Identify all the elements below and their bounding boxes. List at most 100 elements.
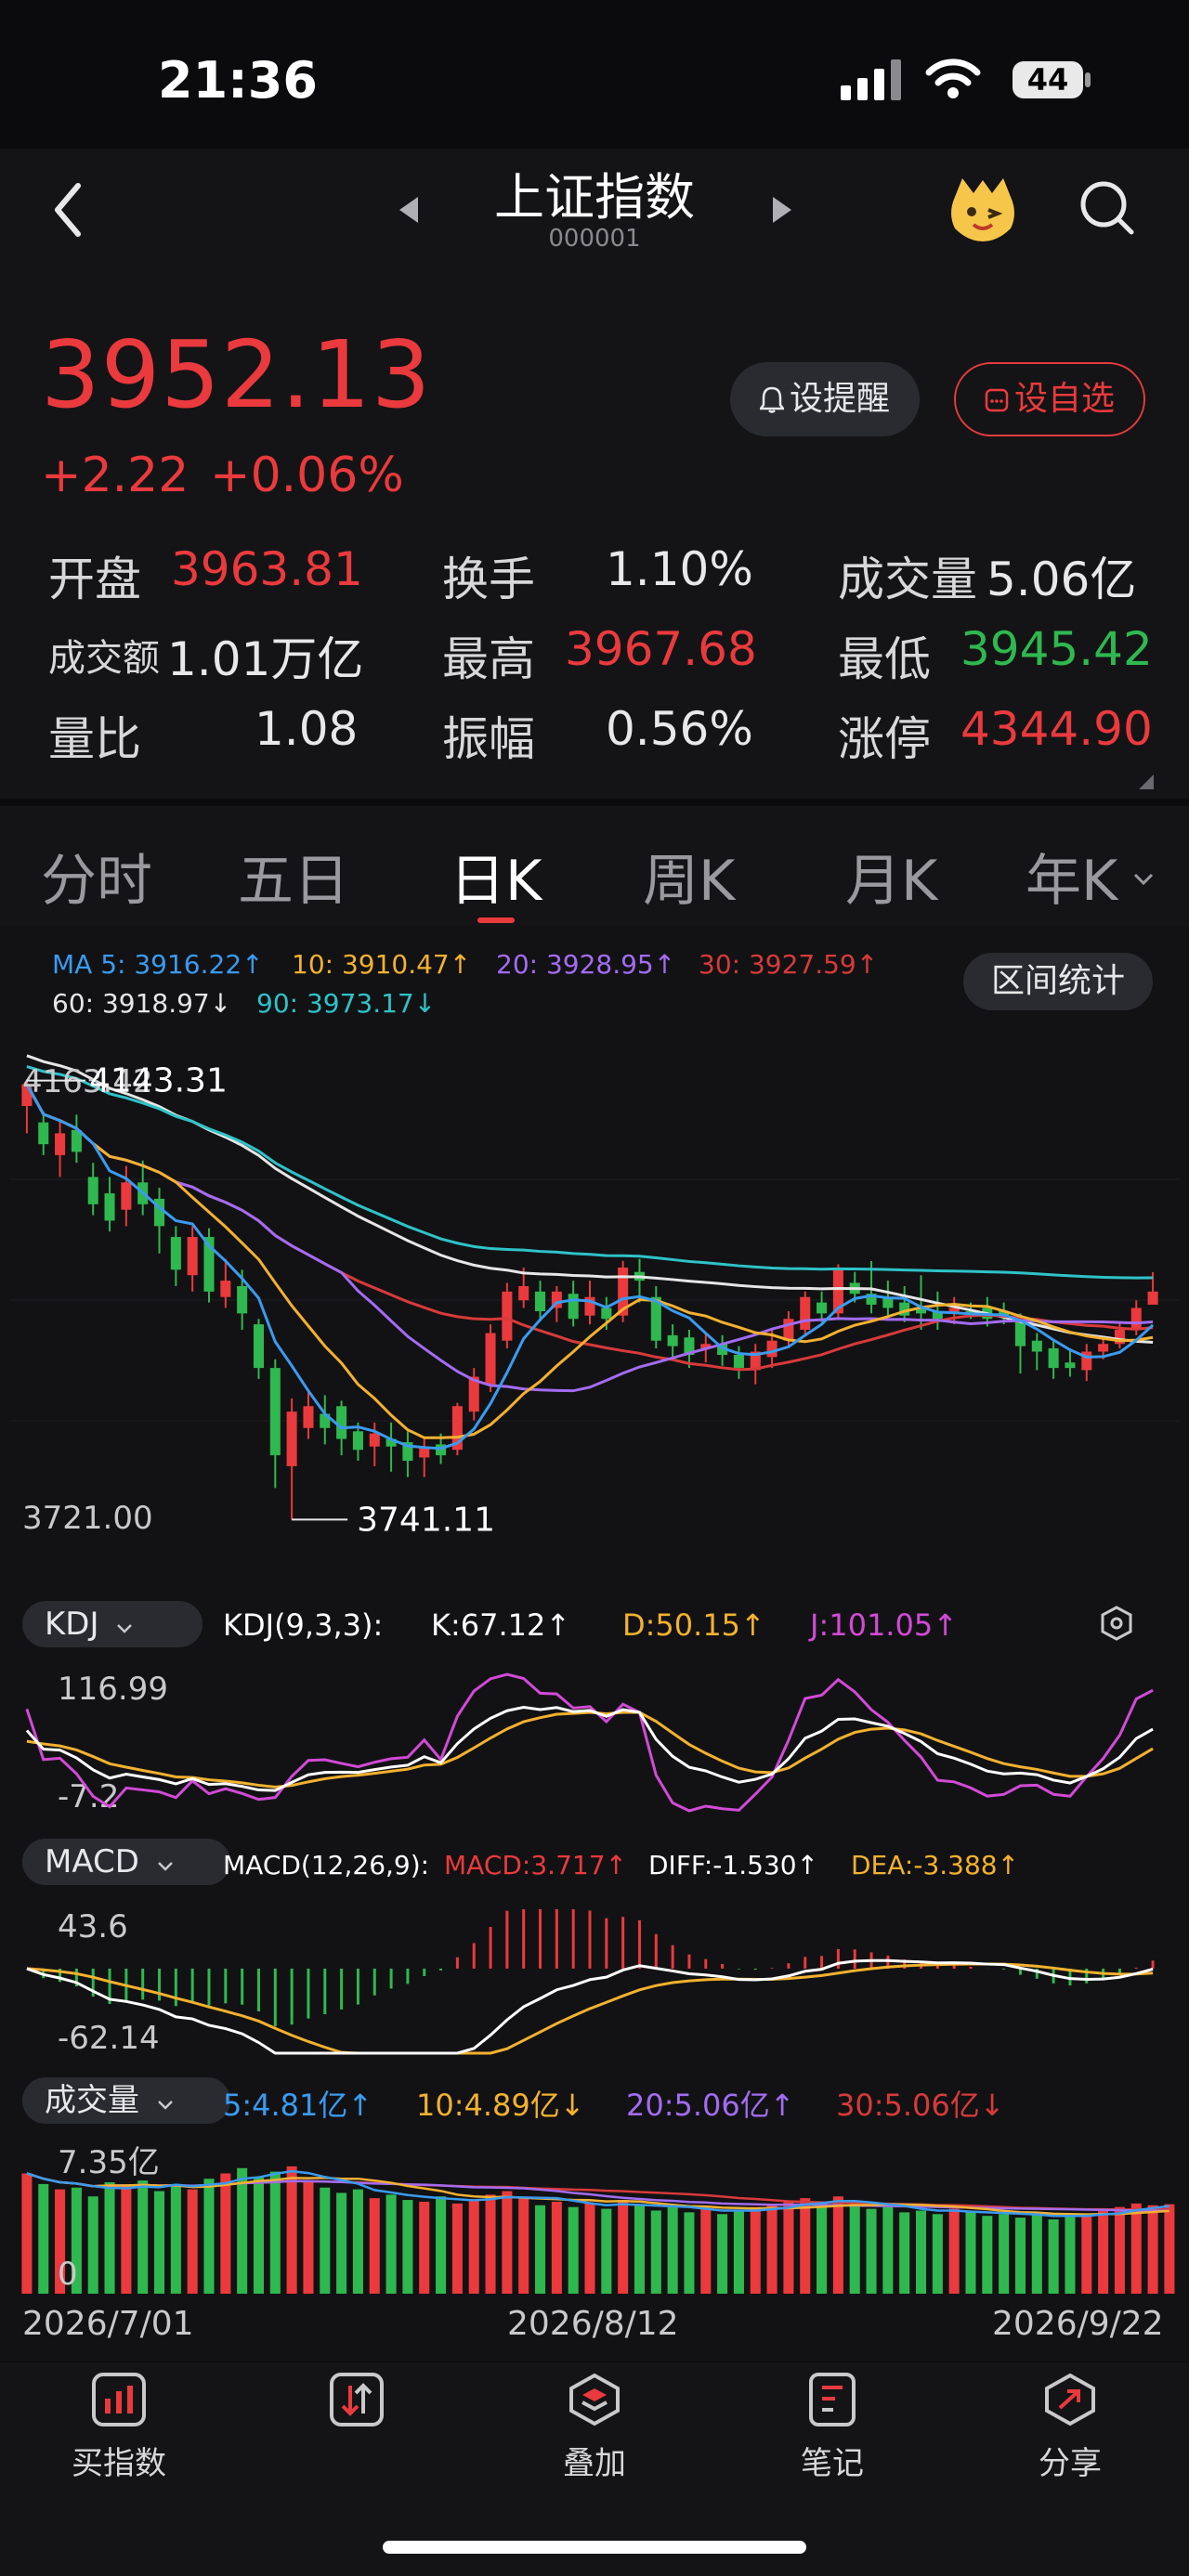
range-stats-button[interactable]: 区间统计 bbox=[963, 953, 1153, 1010]
limit-up-value: 4344.90 bbox=[960, 702, 1153, 756]
kdj-params: KDJ(9,3,3): bbox=[223, 1607, 384, 1643]
volume-bar bbox=[618, 2200, 629, 2294]
volume-bar bbox=[667, 2206, 678, 2294]
transfer-icon bbox=[330, 2373, 384, 2426]
candle-body bbox=[286, 1412, 297, 1466]
candle-body bbox=[303, 1406, 314, 1428]
volume-bar bbox=[369, 2198, 380, 2294]
chevron-down-icon[interactable] bbox=[1133, 873, 1154, 886]
volume-bar bbox=[634, 2205, 646, 2294]
candle-body bbox=[237, 1285, 248, 1314]
candle-body bbox=[534, 1291, 546, 1312]
overlay-button[interactable]: 叠加 bbox=[520, 2373, 669, 2484]
kdj-min-label: -7.2 bbox=[58, 1778, 119, 1815]
buy-index-button[interactable]: 买指数 bbox=[45, 2373, 193, 2484]
candle-body bbox=[783, 1319, 794, 1341]
vol-ma30-label: 30:5.06亿↓ bbox=[836, 2088, 1005, 2123]
volume-ratio-label: 量比 bbox=[48, 712, 141, 766]
low-value: 3945.42 bbox=[960, 622, 1153, 676]
notes-label: 笔记 bbox=[801, 2445, 864, 2482]
kdj-chart[interactable]: 116.99 -7.2 bbox=[0, 1662, 1189, 1820]
vol-ma20-label: 20:5.06亿↑ bbox=[626, 2088, 795, 2123]
ma60-label: 60: 3918.97↓ bbox=[52, 988, 232, 1019]
candle-body bbox=[104, 1193, 115, 1221]
kdj-k-value: K:67.12↑ bbox=[431, 1607, 571, 1643]
volume-bar bbox=[650, 2210, 661, 2294]
y-axis-bottom-label: 3721.00 bbox=[22, 1500, 153, 1537]
tab-intraday[interactable]: 分时 bbox=[41, 836, 152, 917]
candle-body bbox=[733, 1355, 744, 1369]
volume-bar bbox=[1081, 2214, 1092, 2294]
tab-monthly-k[interactable]: 月K bbox=[845, 836, 937, 917]
high-value: 3967.68 bbox=[565, 622, 757, 676]
macd-dea-value: DEA:-3.388↑ bbox=[851, 1850, 1020, 1880]
tab-daily-k[interactable]: 日K bbox=[450, 836, 542, 917]
volume-bar bbox=[750, 2206, 761, 2294]
volume-bar bbox=[866, 2208, 877, 2294]
volume-bar bbox=[832, 2196, 843, 2294]
next-index-icon[interactable] bbox=[771, 195, 793, 225]
volume-bar bbox=[170, 2183, 181, 2294]
tab-yearly-k[interactable]: 年K bbox=[1026, 836, 1117, 917]
wifi-icon bbox=[925, 59, 981, 98]
turnover-rate-label: 换手 bbox=[442, 553, 535, 606]
vol-ma5-label: 5:4.81亿↑ bbox=[223, 2088, 373, 2123]
volume-indicator-tab[interactable]: 成交量 bbox=[22, 2077, 230, 2124]
transfer-button[interactable] bbox=[282, 2373, 431, 2484]
tab-weekly-k[interactable]: 周K bbox=[643, 836, 735, 917]
settings-hexagon-icon[interactable] bbox=[1098, 1605, 1135, 1642]
tab-five-day[interactable]: 五日 bbox=[238, 836, 349, 917]
volume-bar bbox=[1065, 2216, 1076, 2294]
volume-bar bbox=[568, 2206, 579, 2294]
set-alert-button[interactable]: 设提醒 bbox=[730, 362, 920, 436]
volume-bar bbox=[534, 2205, 546, 2294]
mascot-icon[interactable] bbox=[946, 173, 1020, 243]
vol-max-label: 7.35亿 bbox=[58, 2144, 160, 2181]
candle-body bbox=[502, 1291, 513, 1341]
notes-button[interactable]: 笔记 bbox=[758, 2373, 907, 2484]
add-watchlist-button[interactable]: 设自选 bbox=[954, 362, 1145, 436]
candle-body bbox=[817, 1302, 828, 1314]
volume-bar bbox=[352, 2189, 363, 2294]
volume-bar bbox=[999, 2214, 1010, 2294]
set-alert-label: 设提醒 bbox=[789, 380, 890, 418]
search-icon[interactable] bbox=[1078, 178, 1137, 238]
candle-body bbox=[1048, 1347, 1059, 1369]
share-button[interactable]: 分享 bbox=[996, 2373, 1144, 2484]
volume-bar bbox=[402, 2200, 413, 2294]
volume-chart[interactable]: 7.35亿 0 bbox=[0, 2136, 1189, 2296]
battery-tip bbox=[1085, 72, 1091, 87]
status-time: 21:36 bbox=[158, 51, 318, 110]
candle-body bbox=[121, 1182, 132, 1210]
candlestick-chart[interactable]: 4163.42 3721.00 4143.31 3741.11 bbox=[0, 1021, 1189, 1597]
kdj-indicator-tab[interactable]: KDJ bbox=[22, 1601, 203, 1647]
candle-body bbox=[187, 1237, 198, 1276]
kdj-j-value: J:101.05↑ bbox=[810, 1607, 958, 1643]
share-icon bbox=[1045, 2373, 1095, 2426]
low-label: 最低 bbox=[838, 632, 931, 686]
volume-bar bbox=[551, 2201, 562, 2294]
volume-bar bbox=[817, 2203, 828, 2294]
volume-bar bbox=[982, 2216, 993, 2294]
bell-icon bbox=[758, 386, 786, 413]
x-axis-label-mid: 2026/8/12 bbox=[507, 2305, 679, 2343]
candle-body bbox=[1065, 1362, 1076, 1369]
volume-bar bbox=[965, 2212, 976, 2294]
candle-body bbox=[170, 1237, 181, 1270]
volume-label: 成交量 bbox=[838, 553, 977, 606]
volume-bar bbox=[518, 2198, 529, 2294]
ma90-label: 90: 3973.17↓ bbox=[256, 988, 437, 1019]
macd-chart[interactable]: 43.6 -62.14 bbox=[0, 1900, 1189, 2058]
macd-tab-label: MACD bbox=[45, 1843, 139, 1880]
volume-bar bbox=[717, 2214, 728, 2294]
macd-indicator-tab[interactable]: MACD bbox=[22, 1839, 230, 1885]
macd-diff-value: DIFF:-1.530↑ bbox=[648, 1850, 819, 1880]
volume-bar bbox=[1130, 2203, 1142, 2294]
candle-body bbox=[1130, 1308, 1142, 1330]
volume-bar bbox=[700, 2208, 712, 2294]
period-tabs bbox=[0, 806, 1189, 927]
battery-indicator: 44 bbox=[1013, 61, 1083, 98]
volume-bar bbox=[436, 2196, 447, 2294]
amount-value: 1.01万亿 bbox=[167, 632, 364, 686]
expand-corner-icon[interactable] bbox=[1139, 774, 1154, 789]
